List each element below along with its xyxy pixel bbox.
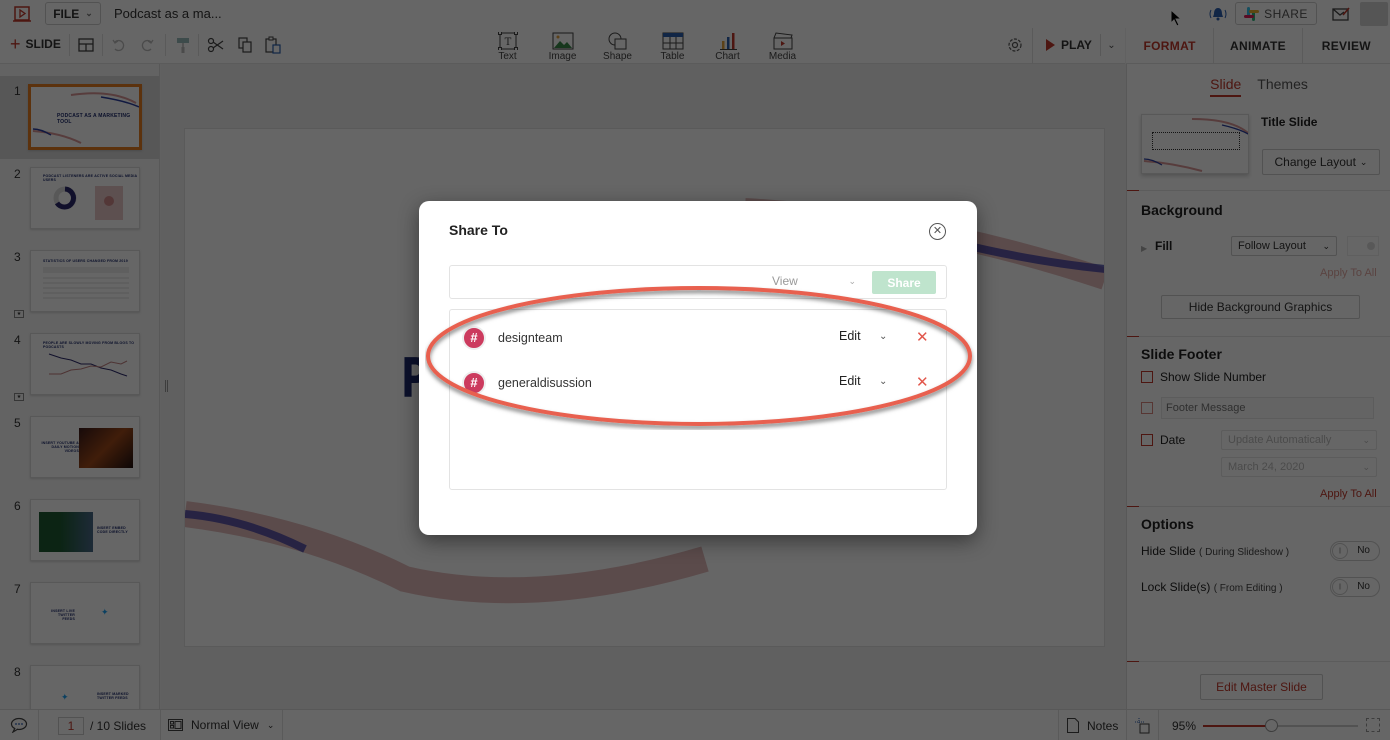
remove-recipient-icon[interactable]: ✕ — [916, 328, 929, 346]
chevron-down-icon: ⌄ — [848, 276, 856, 286]
recipient-name: generaldisussion — [498, 376, 592, 390]
close-icon[interactable]: ✕ — [929, 223, 946, 240]
recipient-permission[interactable]: Edit — [839, 374, 861, 388]
permission-value: View — [772, 274, 798, 288]
recipient-row: # designteam Edit ⌄ ✕ — [450, 320, 948, 356]
recipient-permission[interactable]: Edit — [839, 329, 861, 343]
share-recipient-input[interactable]: View ⌄ Share — [449, 265, 947, 299]
chevron-down-icon[interactable]: ⌄ — [879, 331, 887, 342]
share-submit-button[interactable]: Share — [872, 271, 936, 294]
permission-select[interactable]: View ⌄ — [772, 274, 856, 288]
dialog-title: Share To — [449, 222, 508, 238]
recipient-list: # designteam Edit ⌄ ✕ # generaldisussion… — [449, 309, 947, 490]
chevron-down-icon[interactable]: ⌄ — [879, 376, 887, 387]
recipient-row: # generaldisussion Edit ⌄ ✕ — [450, 365, 948, 401]
remove-recipient-icon[interactable]: ✕ — [916, 373, 929, 391]
channel-hash-icon: # — [462, 326, 486, 350]
channel-hash-icon: # — [462, 371, 486, 395]
recipient-name: designteam — [498, 331, 563, 345]
share-dialog: Share To ✕ View ⌄ Share # designteam Edi… — [419, 201, 977, 535]
